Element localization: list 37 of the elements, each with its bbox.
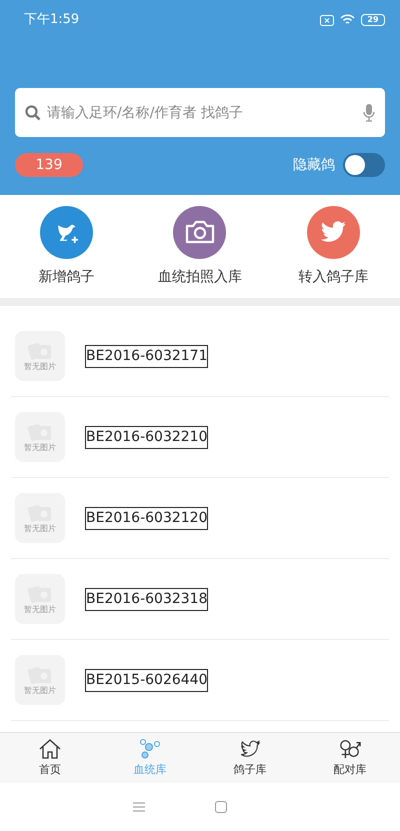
status-time: 下午1:59 [24,11,80,30]
ring-number: BE2016-6032318 [86,588,208,610]
tab[interactable]: 配对库 [300,733,400,783]
battery-icon: 29 [361,14,385,26]
pigeon-row[interactable]: 暂无图片 BE2016-6032210 [11,397,389,478]
no-image-text: 暂无图片 [24,444,56,452]
action-label: 转入鸽子库 [298,268,368,286]
count-badge: 139 [15,153,83,177]
hide-label: 隐藏鸽 [293,156,335,174]
hide-toggle[interactable] [343,153,385,177]
microphone-icon[interactable] [363,104,375,122]
pigeon-row[interactable]: 暂无图片 BE2016-6032120 [11,478,389,559]
wifi-icon [340,14,355,26]
ring-number: BE2016-6032171 [86,346,208,366]
no-image-text: 暂无图片 [24,687,56,695]
pigeon-row[interactable]: 暂无图片 BE2016-6032318 [11,559,389,640]
sim-icon [320,14,334,26]
home-square-icon[interactable] [215,801,227,813]
tab[interactable]: 鸽子库 [200,733,300,783]
ring-number: BE2016-6032210 [86,426,208,448]
action-label: 新增鸽子 [38,268,95,286]
menu-icon[interactable] [133,802,145,812]
no-image-text: 暂无图片 [24,525,56,533]
ring-number: BE2015-6026440 [86,670,208,690]
search-icon [25,105,41,121]
no-image-text: 暂无图片 [24,606,56,614]
tab[interactable]: 首页 [0,733,100,783]
action-label: 血统拍照入库 [158,268,242,286]
camera-icon [184,218,216,246]
no-image-text: 暂无图片 [24,363,56,371]
home-icon [38,738,62,760]
bubbles-icon [138,738,162,760]
search-field[interactable]: 请输入足环/名称/作育者 找鸽子 [15,88,385,137]
gender-icon [337,738,363,760]
ring-number: BE2016-6032120 [86,508,208,528]
pigeon-row[interactable]: 暂无图片 BE2015-6026440 [11,640,389,721]
pigeon-row[interactable]: 暂无图片 BE2016-6032171 [11,316,389,397]
